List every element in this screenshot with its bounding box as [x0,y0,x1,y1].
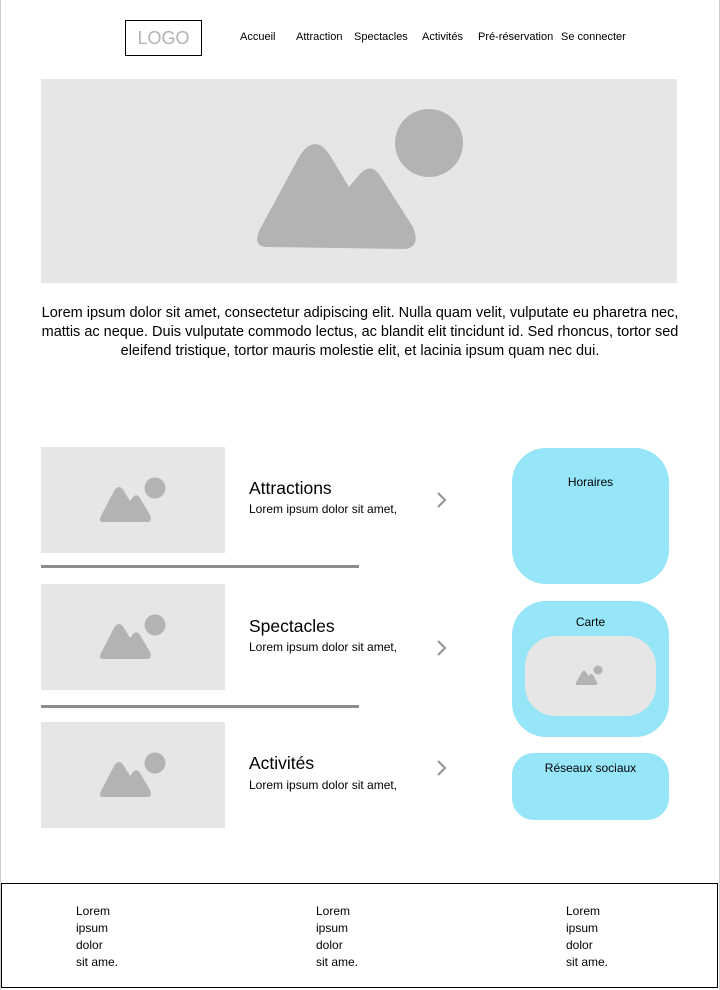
attractions-image [41,447,225,553]
chevron-right-icon[interactable] [434,491,450,509]
intro-text: Lorem ipsum dolor sit amet, consectetur … [41,305,679,359]
footer-text: Lorem [566,904,601,918]
nav-attraction[interactable]: Attraction [296,31,342,43]
footer-text: ipsum [566,921,599,935]
activites-image [41,722,225,828]
carte-card[interactable]: Carte [512,601,669,737]
footer-column: Lorem ipsum dolor sit ame. [76,903,136,971]
activites-title: Activités [249,753,315,773]
carte-label: Carte [575,615,606,629]
footer: Lorem ipsum dolor sit ame. Lorem ipsum d… [1,883,718,988]
chevron-right-icon[interactable] [434,759,450,777]
horaires-label: Horaires [567,475,614,489]
nav-accueil[interactable]: Accueil [240,31,275,43]
footer-text: Lorem [76,904,111,918]
spectacles-desc: Lorem ipsum dolor sit amet, [249,640,398,654]
footer-text: sit ame. [316,955,359,969]
image-placeholder-icon [99,614,166,659]
footer-text: sit ame. [76,955,119,969]
hero-image [41,79,677,283]
footer-column: Lorem ipsum dolor sit ame. [566,903,626,971]
spectacles-image [41,584,225,690]
footer-text: dolor [316,938,343,952]
footer-text: ipsum [316,921,349,935]
chevron-right-icon[interactable] [434,639,450,657]
image-placeholder-icon [99,477,166,522]
footer-text: ipsum [76,921,109,935]
nav-se-connecter[interactable]: Se connecter [561,31,626,43]
footer-text: sit ame. [566,955,609,969]
activites-desc: Lorem ipsum dolor sit amet, [249,778,398,792]
footer-text: Lorem [316,904,351,918]
footer-text: dolor [566,938,593,952]
image-placeholder-icon [575,665,603,685]
image-placeholder-icon [257,109,463,249]
horaires-card[interactable]: Horaires [512,448,669,584]
divider [41,705,359,708]
footer-text: dolor [76,938,103,952]
nav-spectacles[interactable]: Spectacles [354,31,408,43]
attractions-title: Attractions [249,478,332,498]
reseaux-sociaux-label: Réseaux sociaux [544,761,637,775]
nav-pre-reservation[interactable]: Pré-réservation [478,31,553,43]
attractions-desc: Lorem ipsum dolor sit amet, [249,502,398,516]
map-image[interactable] [525,636,656,716]
footer-column: Lorem ipsum dolor sit ame. [316,903,376,971]
logo[interactable]: LOGO [125,20,202,56]
reseaux-sociaux-card[interactable]: Réseaux sociaux [512,753,669,820]
spectacles-title: Spectacles [249,616,335,636]
nav-activites[interactable]: Activités [422,31,463,43]
divider [41,565,359,568]
image-placeholder-icon [99,752,166,797]
